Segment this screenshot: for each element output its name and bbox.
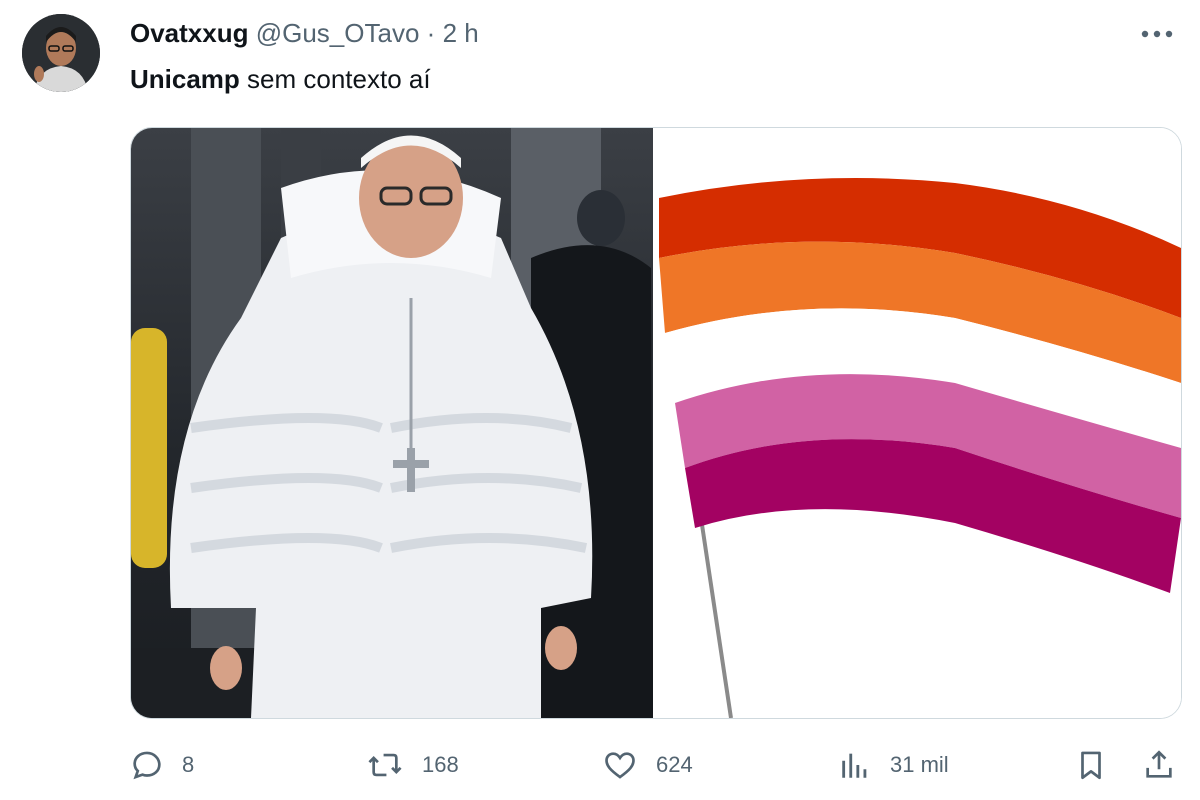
media-left-photo[interactable]	[131, 128, 653, 718]
more-horizontal-icon	[1141, 30, 1173, 38]
tweet-text: Unicamp sem contexto aí	[130, 62, 431, 96]
heart-icon	[605, 752, 635, 779]
puffer-coat-photo	[131, 128, 653, 718]
share-button[interactable]	[1142, 740, 1176, 790]
reply-count: 8	[182, 752, 195, 777]
repost-button[interactable]: 168	[366, 740, 459, 790]
views-count: 31 mil	[890, 752, 949, 777]
tweet-actions: 8 168 624 31 mil	[130, 740, 1180, 790]
author-name[interactable]: Ovatxxug	[130, 18, 249, 48]
views-button[interactable]: 31 mil	[838, 740, 949, 790]
tweet-text-bold: Unicamp	[130, 64, 240, 94]
views-chart-icon	[842, 753, 867, 778]
repost-icon	[368, 753, 402, 777]
like-count: 624	[656, 752, 693, 777]
tweet[interactable]: Ovatxxug @Gus_OTavo · 2 h Unicamp sem co…	[0, 0, 1200, 800]
reply-button[interactable]: 8	[130, 740, 194, 790]
bookmark-button[interactable]	[1074, 740, 1108, 790]
timestamp[interactable]: 2 h	[443, 18, 479, 48]
tweet-text-rest: sem contexto aí	[239, 64, 431, 94]
tweet-header: Ovatxxug @Gus_OTavo · 2 h	[130, 16, 479, 50]
author-handle[interactable]: @Gus_OTavo	[256, 18, 420, 48]
tweet-media[interactable]	[130, 127, 1182, 719]
avatar-image	[22, 14, 100, 92]
like-button[interactable]: 624	[602, 740, 693, 790]
repost-count: 168	[422, 752, 459, 777]
pride-flag-photo	[655, 128, 1181, 718]
avatar[interactable]	[22, 14, 100, 92]
separator-dot: ·	[426, 18, 436, 48]
media-right-photo[interactable]	[655, 128, 1181, 718]
reply-icon	[133, 751, 161, 780]
bookmark-icon	[1081, 751, 1101, 780]
more-button[interactable]	[1132, 14, 1182, 54]
share-icon	[1146, 750, 1172, 778]
